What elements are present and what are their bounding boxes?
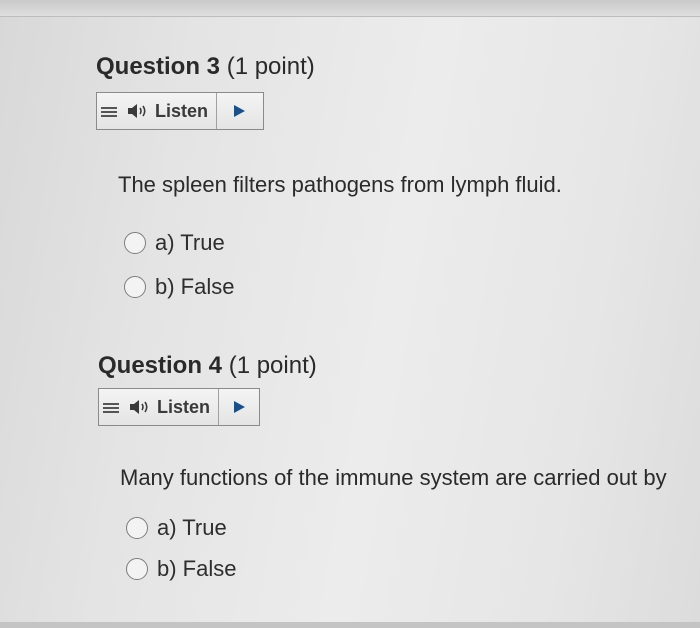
question-points: (1 point) [228,352,317,379]
radio-button[interactable] [126,517,148,539]
listen-button[interactable]: Listen [99,389,220,425]
option-true[interactable]: a) True [126,515,227,541]
question-label: Question 4 [98,352,223,379]
question-title: Question 4 (1 point) [98,352,317,380]
option-label: b) False [157,556,237,581]
question-text: Many functions of the immune system are … [120,465,667,490]
menu-icon[interactable] [103,403,119,417]
play-button[interactable] [219,389,259,425]
option-false[interactable]: b) False [126,556,236,582]
radio-button[interactable] [126,558,148,580]
listen-label: Listen [157,396,211,417]
listen-widget: Listen [98,388,260,426]
play-icon [233,401,245,413]
bottom-edge [0,622,700,628]
question-4: Question 4 (1 point) Listen Many functio… [0,0,700,628]
speaker-icon [130,400,148,414]
option-label: a) True [157,515,227,540]
